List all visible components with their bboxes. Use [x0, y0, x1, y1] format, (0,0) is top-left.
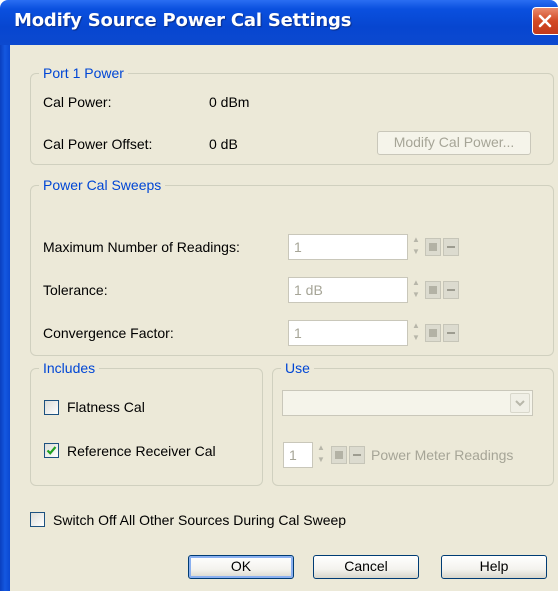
switch-off-sources-checkbox[interactable] — [30, 512, 45, 527]
reference-receiver-cal-checkbox[interactable] — [44, 443, 59, 458]
cal-power-offset-value: 0 dB — [209, 136, 238, 152]
max-readings-star-icon[interactable] — [425, 238, 441, 256]
power-meter-readings-star-icon[interactable] — [331, 446, 347, 464]
use-legend: Use — [281, 359, 314, 377]
close-button[interactable] — [532, 7, 558, 35]
window-frame-left — [0, 45, 10, 591]
power-meter-readings-minus-icon[interactable] — [349, 446, 365, 464]
tolerance-star-icon[interactable] — [425, 281, 441, 299]
reference-receiver-cal-label[interactable]: Reference Receiver Cal — [67, 442, 216, 460]
power-cal-sweeps-legend: Power Cal Sweeps — [39, 176, 166, 194]
help-button[interactable]: Help — [441, 555, 547, 579]
port1-power-legend: Port 1 Power — [39, 64, 128, 82]
window-title: Modify Source Power Cal Settings — [14, 10, 352, 31]
use-combo[interactable] — [282, 390, 533, 416]
chevron-down-icon[interactable] — [510, 393, 530, 413]
tolerance-input[interactable]: 1 dB — [288, 277, 408, 303]
close-icon — [538, 14, 552, 28]
convergence-factor-input[interactable]: 1 — [288, 320, 408, 346]
cal-power-label: Cal Power: — [43, 94, 112, 110]
flatness-cal-checkbox[interactable] — [44, 400, 59, 415]
tolerance-minus-icon[interactable] — [443, 281, 459, 299]
use-group: Use — [272, 359, 554, 486]
convergence-factor-label: Convergence Factor: — [43, 325, 174, 341]
power-meter-readings-input[interactable]: 1 — [283, 442, 313, 468]
power-meter-readings-label: Power Meter Readings — [371, 447, 514, 463]
cal-power-value: 0 dBm — [209, 94, 250, 110]
convergence-star-icon[interactable] — [425, 324, 441, 342]
dialog-body: Port 1 Power Cal Power: 0 dBm Cal Power … — [10, 45, 558, 591]
includes-legend: Includes — [39, 359, 100, 377]
max-readings-input[interactable]: 1 — [288, 234, 408, 260]
max-readings-label: Maximum Number of Readings: — [43, 239, 240, 255]
checkmark-icon — [46, 446, 57, 455]
modify-cal-power-button[interactable]: Modify Cal Power... — [377, 131, 531, 155]
includes-group: Includes — [30, 359, 263, 486]
flatness-cal-label[interactable]: Flatness Cal — [67, 398, 145, 416]
power-meter-readings-spin-icon[interactable]: ▲ ▼ — [315, 442, 327, 468]
max-readings-spin-icon[interactable]: ▲ ▼ — [410, 234, 422, 260]
title-bar[interactable]: Modify Source Power Cal Settings — [0, 0, 558, 45]
cal-power-offset-label: Cal Power Offset: — [43, 136, 153, 152]
ok-button[interactable]: OK — [188, 555, 294, 579]
convergence-spin-icon[interactable]: ▲ ▼ — [410, 320, 422, 346]
switch-off-sources-label[interactable]: Switch Off All Other Sources During Cal … — [53, 511, 346, 529]
max-readings-minus-icon[interactable] — [443, 238, 459, 256]
tolerance-label: Tolerance: — [43, 282, 108, 298]
tolerance-spin-icon[interactable]: ▲ ▼ — [410, 277, 422, 303]
convergence-minus-icon[interactable] — [443, 324, 459, 342]
cancel-button[interactable]: Cancel — [313, 555, 419, 579]
